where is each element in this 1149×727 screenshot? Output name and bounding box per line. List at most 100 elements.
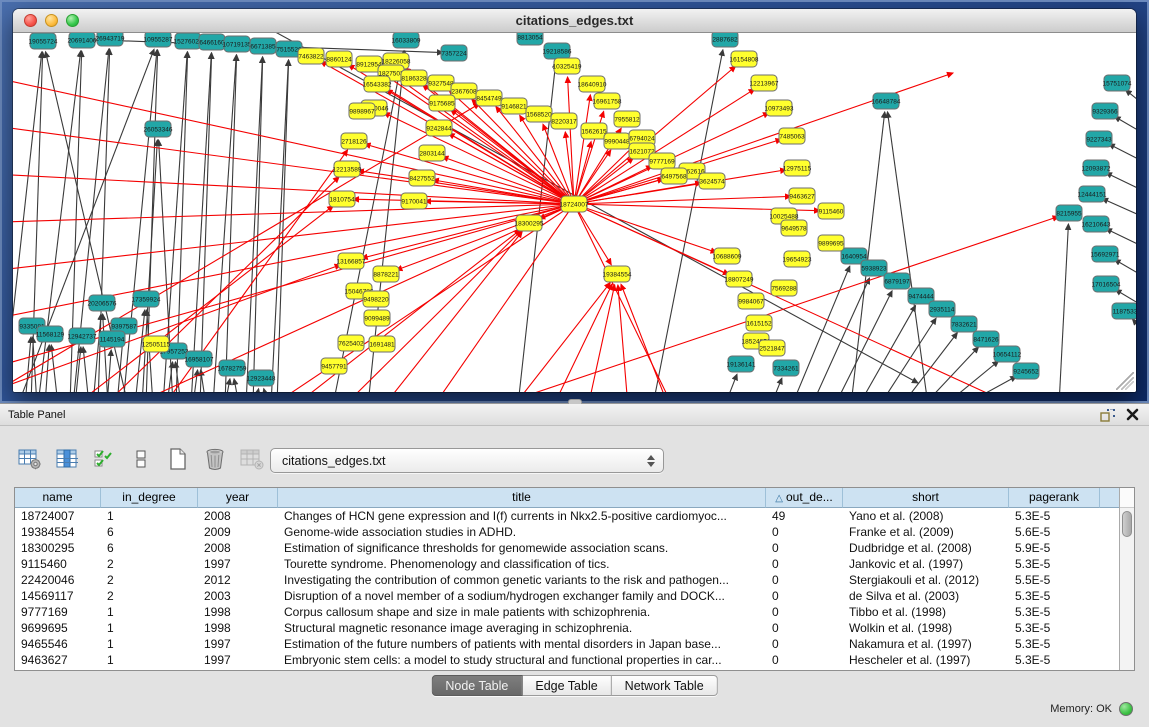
graph-node[interactable]: 16958107 [185, 351, 214, 367]
directed-edge-black[interactable] [107, 350, 111, 392]
directed-edge-black[interactable] [1106, 173, 1136, 193]
graph-node[interactable]: 10719135 [223, 36, 252, 52]
column-header-in_degree[interactable]: in_degree [101, 488, 198, 508]
split-handle[interactable] [568, 399, 582, 404]
graph-node[interactable]: 7357224 [441, 45, 467, 61]
graph-node[interactable]: 1187533 [1112, 303, 1136, 319]
graph-node[interactable]: 1691481 [369, 336, 395, 352]
graph-node[interactable]: 16543382 [363, 76, 392, 92]
directed-edge-black[interactable] [1102, 198, 1136, 219]
graph-node[interactable]: 19055724 [29, 33, 58, 49]
column-header-out_de[interactable]: △out_de... [766, 488, 843, 508]
graph-node[interactable]: 2521847 [759, 340, 785, 356]
directed-edge-black[interactable] [255, 389, 259, 392]
directed-edge-black[interactable] [277, 60, 289, 392]
graph-node[interactable]: 17359924 [132, 291, 161, 307]
graph-node[interactable]: 18640910 [578, 76, 607, 92]
graph-node[interactable]: 2935114 [929, 301, 955, 317]
directed-edge-red[interactable] [621, 284, 668, 392]
graph-node[interactable]: 7485063 [779, 128, 805, 144]
tab-edge-table[interactable]: Edge Table [522, 675, 611, 696]
directed-edge-black[interactable] [792, 266, 850, 392]
close-window-button[interactable] [24, 14, 37, 27]
graph-node[interactable]: 12213589 [333, 161, 362, 177]
window-titlebar[interactable]: citations_edges.txt [13, 9, 1136, 33]
graph-node[interactable]: 12975115 [783, 160, 812, 176]
graph-node[interactable]: 6466160 [199, 34, 225, 50]
row-selector-icon[interactable] [90, 445, 118, 473]
table-row[interactable]: 946362711997Embryonic stem cells: a mode… [15, 652, 1119, 668]
graph-node[interactable]: 12923448 [247, 370, 276, 386]
directed-edge-black[interactable] [725, 374, 737, 392]
graph-node[interactable]: 9984067 [738, 293, 764, 309]
directed-edge-black[interactable] [835, 291, 892, 392]
tab-node-table[interactable]: Node Table [431, 675, 522, 696]
graph-node[interactable]: 18300295 [515, 215, 544, 231]
directed-edge-black[interactable] [213, 55, 236, 392]
network-canvas[interactable]: 1905572420691406269437191095528715276021… [13, 33, 1136, 392]
table-row[interactable]: 1830029562008Estimation of significance … [15, 540, 1119, 556]
column-header-year[interactable]: year [198, 488, 278, 508]
directed-edge-black[interactable] [83, 347, 89, 392]
graph-node[interactable]: 2718126 [341, 133, 367, 149]
graph-node[interactable]: 9245652 [1013, 363, 1039, 379]
graph-node[interactable]: 7832621 [951, 316, 977, 332]
graph-node[interactable]: 9990448 [604, 133, 630, 149]
graph-node[interactable]: 12942737 [68, 328, 97, 344]
graph-node[interactable]: 26943719 [96, 33, 125, 46]
directed-edge-black[interactable] [1059, 224, 1068, 392]
scrollbar-thumb[interactable] [1122, 511, 1132, 537]
graph-node[interactable]: 3624574 [699, 173, 725, 189]
directed-edge-black[interactable] [193, 370, 198, 392]
graph-node[interactable]: 10973493 [765, 100, 794, 116]
graph-node[interactable]: 19218586 [543, 43, 572, 59]
table-row[interactable]: 911546021997Tourette syndrome. Phenomeno… [15, 556, 1119, 572]
graph-node[interactable]: 15692971 [1091, 246, 1120, 262]
graph-node[interactable]: 17016504 [1092, 276, 1121, 292]
graph-node[interactable]: 8471626 [973, 331, 999, 347]
vertical-scrollbar[interactable] [1119, 488, 1134, 670]
column-header-title[interactable]: title [278, 488, 766, 508]
graph-node[interactable]: 16648784 [872, 93, 901, 109]
table-selector[interactable]: citations_edges.txt [270, 448, 664, 473]
graph-node[interactable]: 16961758 [593, 93, 622, 109]
graph-node[interactable]: 16782759 [218, 360, 247, 376]
directed-edge-red[interactable] [618, 285, 628, 392]
graph-node[interactable]: 9099489 [364, 310, 390, 326]
graph-node[interactable]: 2887682 [712, 33, 738, 47]
directed-edge-black[interactable] [859, 306, 916, 392]
graph-node[interactable]: 11568129 [36, 326, 65, 342]
graph-node[interactable]: 16210643 [1082, 216, 1111, 232]
directed-edge-red[interactable] [383, 232, 522, 392]
graph-node[interactable]: 5938923 [861, 260, 887, 276]
graph-node[interactable]: 18807249 [725, 271, 754, 287]
graph-node[interactable]: 9649578 [781, 220, 807, 236]
graph-node[interactable]: 13166857 [337, 253, 366, 269]
graph-node[interactable]: 1568520 [526, 106, 552, 122]
new-table-icon[interactable] [164, 445, 192, 473]
resize-grip-icon[interactable] [1116, 372, 1134, 390]
directed-edge-red[interactable] [273, 204, 574, 392]
graph-node[interactable]: 1145194 [99, 331, 125, 347]
table-row[interactable]: 1456911722003Disruption of a novel membe… [15, 588, 1119, 604]
directed-edge-black[interactable] [1115, 260, 1136, 279]
graph-node[interactable]: 19136141 [727, 356, 756, 372]
minimize-window-button[interactable] [45, 14, 58, 27]
directed-edge-red[interactable] [574, 204, 717, 252]
tab-network-table[interactable]: Network Table [612, 675, 718, 696]
table-row[interactable]: 2242004622012Investigating the contribut… [15, 572, 1119, 588]
directed-edge-black[interactable] [902, 333, 957, 392]
directed-edge-black[interactable] [964, 376, 1016, 392]
directed-edge-black[interactable] [225, 55, 237, 392]
graph-node[interactable]: 8186328 [401, 70, 427, 86]
graph-node[interactable]: 10688609 [713, 248, 742, 264]
memory-status-icon[interactable] [1119, 702, 1133, 716]
directed-edge-black[interactable] [1115, 117, 1136, 136]
graph-node[interactable]: 16033809 [392, 33, 421, 48]
graph-node[interactable]: 6671385 [250, 38, 276, 54]
network-svg[interactable]: 1905572420691406269437191095528715276021… [13, 33, 1136, 392]
graph-node[interactable]: 8813054 [517, 33, 543, 45]
graph-node[interactable]: 9457791 [321, 358, 347, 374]
directed-edge-red[interactable] [513, 283, 610, 392]
graph-node-hub[interactable]: 18724007 [560, 196, 589, 212]
